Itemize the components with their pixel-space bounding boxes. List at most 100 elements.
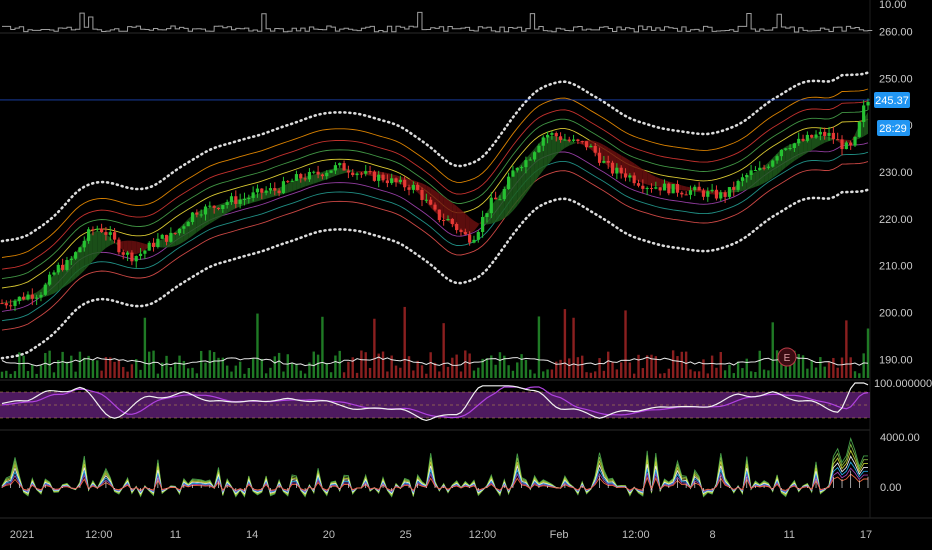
candle-body [364,171,368,174]
volume-bar [728,364,731,378]
candle-body [589,145,593,148]
volume-bar [615,369,619,378]
time-tick-label: Feb [550,529,569,541]
candle-body [550,133,554,135]
candle-body [437,209,441,220]
candle-body [416,184,420,190]
candle-body [593,145,597,153]
volume-bar [52,372,56,378]
volume-bar [667,368,671,378]
volume-bar [507,365,510,378]
price-tick-label: 260.00 [879,26,913,38]
candle-body [680,192,684,195]
volume-bar [286,354,289,378]
volume-bar [671,350,675,378]
volume-bar [632,373,636,378]
volume-bar [13,371,17,378]
volume-bar [130,364,134,378]
candle-body [117,239,121,253]
candle-body [844,142,848,150]
volume-bar [494,364,497,378]
candle-body [195,212,199,215]
volume-bar [862,353,865,378]
candle-body [788,147,792,149]
volume-bar [758,350,761,378]
earnings-marker[interactable]: E [777,347,797,367]
candle-body [312,171,316,173]
candle-body [281,181,286,194]
cloud-segment [136,241,141,255]
time-tick-label: 14 [246,529,258,541]
candle-body [394,178,398,183]
volume-bar [74,371,77,378]
candle-body [688,190,693,195]
volume-bar [78,351,82,378]
volume-bar [368,367,372,378]
candle-body [762,167,766,169]
volume-bar [338,350,341,378]
volume-bar [520,354,523,378]
volume-bar [754,372,757,378]
price-tick-label: 210.00 [879,261,913,273]
volume-bar [104,356,108,378]
candle-body [606,160,610,163]
candle-body [584,141,589,148]
candle-body [368,171,372,173]
earnings-marker-label: E [784,353,791,364]
candle-body [255,188,260,193]
candle-body [567,139,571,141]
candle-body [82,240,86,248]
volume-bar [840,357,844,378]
candle-body [853,136,857,146]
volume-bar [723,370,727,378]
volume-bar [845,320,848,378]
candle-body [554,133,558,137]
cloud-segment [131,240,137,255]
volume-bar [260,358,263,378]
volume-bar [710,355,714,378]
volume-bar [61,351,64,378]
candle-body [234,196,238,204]
price-chart[interactable]: E 10.00 260.00250.00240.00230.00220.0021… [0,0,932,550]
candle-body [494,197,498,200]
volume-bar [182,360,186,378]
candle-body [39,294,43,298]
candle-body [455,224,459,231]
volume-bar [282,371,285,378]
candle-body [442,219,446,221]
volume-bar [464,350,467,378]
volume-bar [602,370,606,378]
volume-bar [381,351,385,378]
volume-bar [325,362,328,378]
candle-body [182,226,186,229]
volume-bar [511,370,515,378]
volume-bar [9,373,12,378]
candle-body [597,152,602,163]
candle-body [459,230,463,232]
cloud-segment [803,139,808,156]
cloud-segment [313,173,319,184]
candle-body [784,148,788,150]
candle-body [52,272,56,275]
candle-body [836,139,840,141]
volume-bar [386,371,389,378]
candle-body [766,166,771,168]
volume-bar [732,373,735,378]
candle-body [125,252,130,255]
volume-bar [819,357,822,378]
volume-bar [91,360,95,378]
candle-body [121,252,125,255]
price-tick-label: 230.00 [879,167,913,179]
cloud-segment [443,196,448,222]
volume-bar [866,328,870,378]
last-price-label[interactable]: 245.37 [874,91,910,108]
candle-body [641,185,645,189]
candle-body [472,239,476,243]
candle-body [177,228,182,234]
volume-bar [407,356,411,378]
volume-bar [559,359,562,378]
candle-body [390,178,394,184]
candle-body [351,172,355,176]
volume-bar [169,367,173,378]
volume-bar [594,371,597,378]
